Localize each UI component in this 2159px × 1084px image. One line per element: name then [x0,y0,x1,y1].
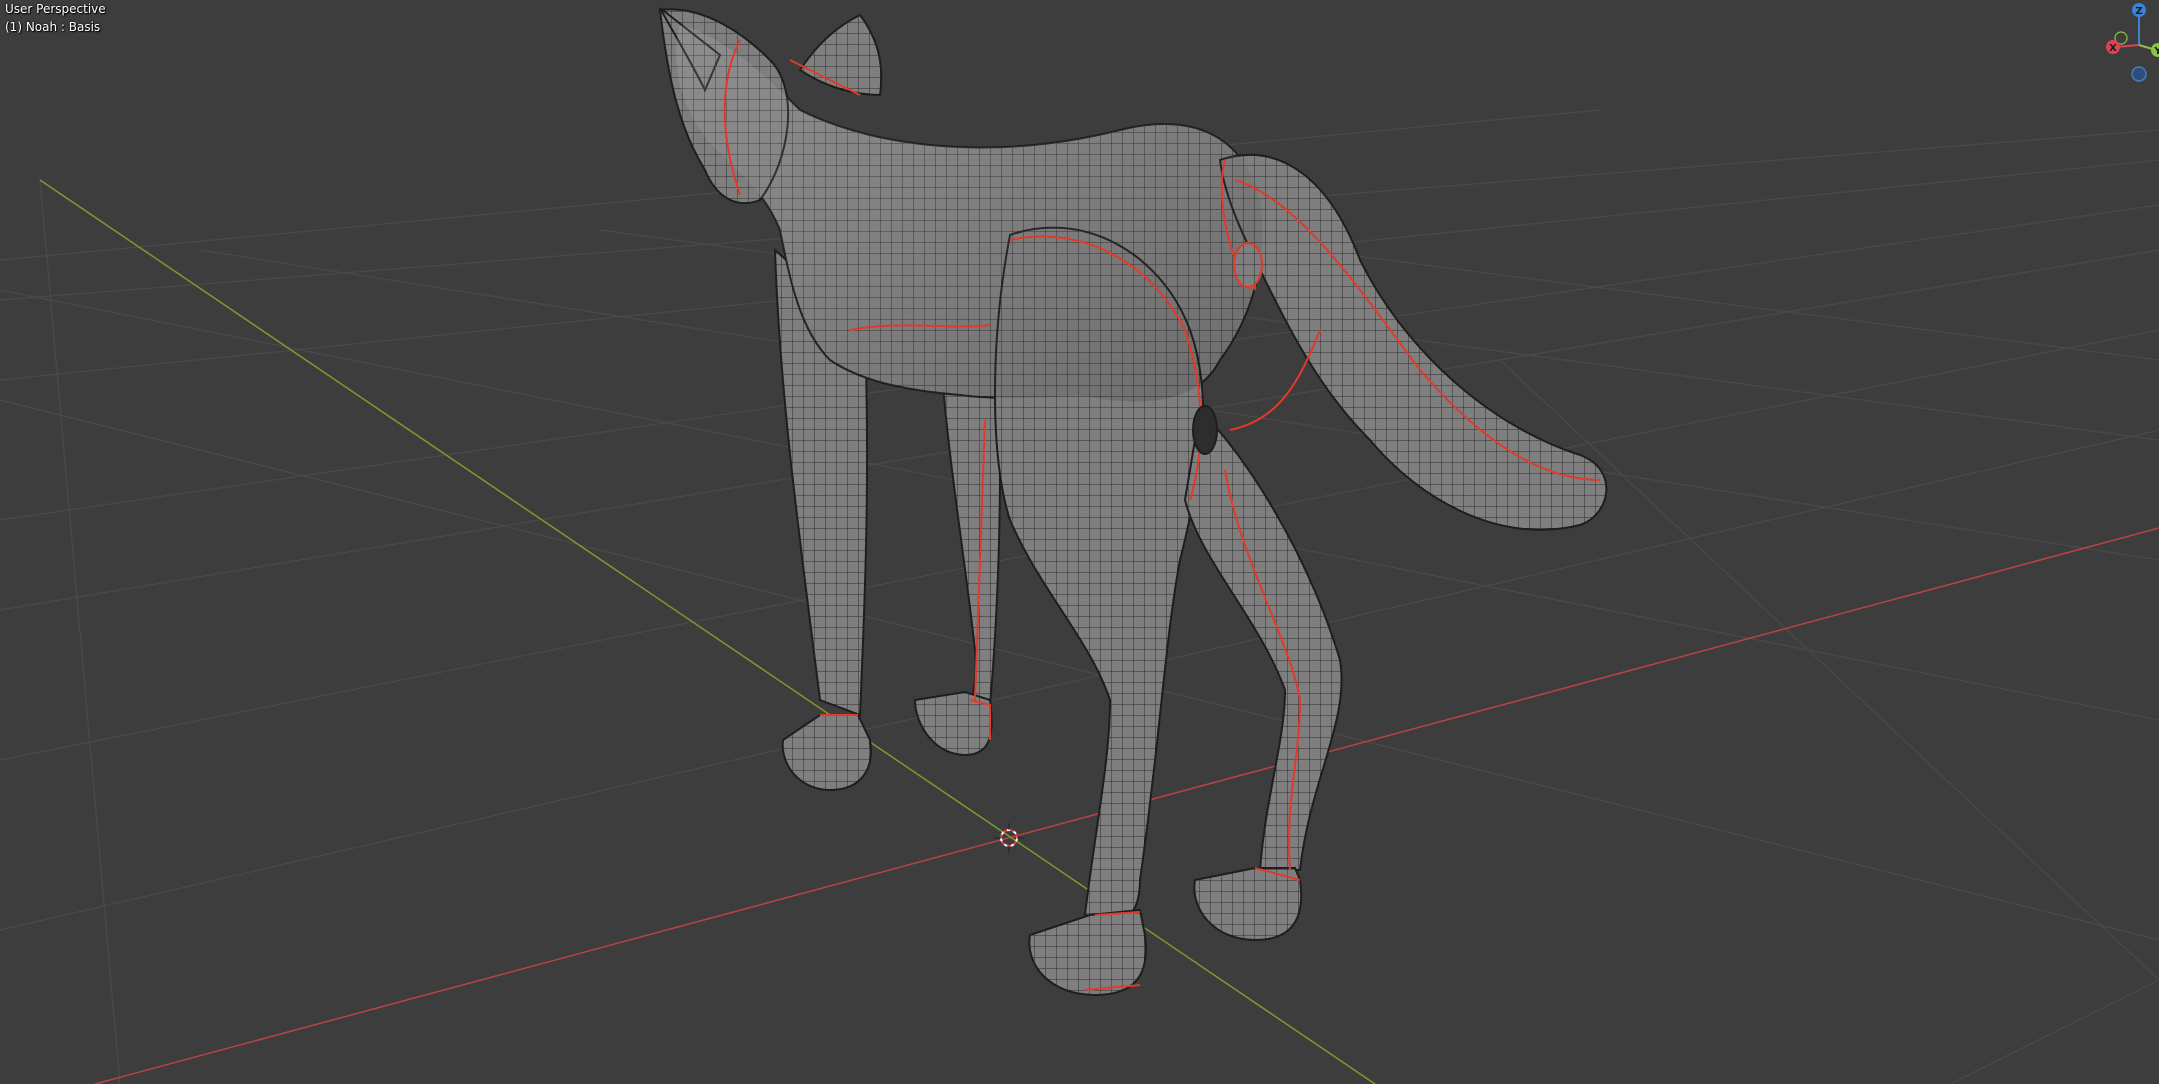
wolf-mesh[interactable] [658,7,1608,997]
viewport-scene[interactable] [0,0,2159,1084]
3d-viewport[interactable]: User Perspective (1) Noah : Basis Z X Y [0,0,2159,1084]
x-axis-label: X [2109,43,2117,54]
z-axis-label: Z [2135,6,2142,17]
y-axis-label: Y [2153,46,2159,57]
navigation-gizmo[interactable]: Z X Y [2099,0,2159,90]
neg-z-axis-icon[interactable] [2131,66,2147,82]
object-info-label: (1) Noah : Basis [5,20,101,34]
view-name-label: User Perspective [5,2,106,16]
